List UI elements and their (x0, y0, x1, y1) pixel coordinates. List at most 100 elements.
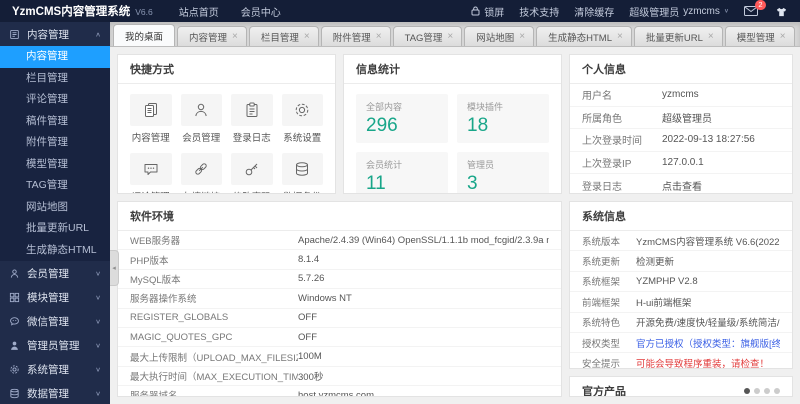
sidebar-item-draft[interactable]: 稿件管理 (0, 111, 110, 133)
tab-content-manage[interactable]: 内容管理 × (177, 26, 247, 46)
app-title: YzmCMS内容管理系统 (12, 6, 131, 18)
close-icon[interactable]: × (232, 31, 238, 42)
carousel-dot[interactable] (774, 388, 780, 394)
nav-member-center[interactable]: 会员中心 (241, 4, 281, 19)
shortcut-links[interactable]: 友情链接 (180, 153, 222, 193)
carousel-dot[interactable] (754, 388, 760, 394)
gear-icon (9, 364, 20, 375)
shortcut-settings[interactable]: 系统设置 (281, 94, 323, 144)
info-row: REGISTER_GLOBALS OFF (118, 309, 561, 328)
app-logo: YzmCMS内容管理系统 V6.6 (12, 3, 153, 19)
chevron-down-icon: ∨ (95, 389, 101, 397)
info-row: 最大执行时间（MAX_EXECUTION_TIME） 300秒 (118, 367, 561, 387)
sidebar-collapse-handle[interactable]: ◂ (110, 250, 119, 286)
messages-button[interactable]: 2 (744, 0, 766, 16)
shortcut-password[interactable]: 修改密码 (231, 153, 273, 193)
chevron-up-icon: ∧ (95, 30, 101, 38)
sidebar-item-batch-url[interactable]: 批量更新URL (0, 218, 110, 240)
close-icon[interactable]: × (780, 31, 786, 42)
tab-my-desktop[interactable]: 我的桌面 (113, 24, 176, 46)
tech-support-link[interactable]: 技术支持 (519, 4, 559, 19)
license-type-link[interactable]: 官方已授权（授权类型：旗舰版[终身授权]） (636, 336, 780, 350)
close-icon[interactable]: × (304, 31, 310, 42)
sidebar-group-modules[interactable]: 模块管理 ∨ (0, 285, 110, 309)
sidebar: 内容管理 ∧ 内容管理 栏目管理 评论管理 稿件管理 附件管理 模型管理 TAG… (0, 22, 110, 404)
stat-admins: 管理员 3 (457, 152, 549, 193)
panel-title: 系统信息 (570, 202, 792, 231)
sidebar-group-label: 模块管理 (27, 291, 69, 304)
info-row: 系统版本YzmCMS内容管理系统 V6.6(20220916) (570, 231, 792, 252)
panel-title: 软件环境 (118, 202, 561, 231)
panel-title: 快捷方式 (118, 55, 335, 84)
clear-cache-button[interactable]: 清除缓存 (574, 4, 614, 19)
tab-tag-manage[interactable]: TAG管理 × (392, 26, 463, 46)
sidebar-group-wechat[interactable]: 微信管理 ∨ (0, 309, 110, 333)
sidebar-item-static-html[interactable]: 生成静态HTML (0, 240, 110, 262)
database-icon (9, 388, 20, 399)
database-icon (293, 160, 311, 178)
shortcut-members[interactable]: 会员管理 (180, 94, 222, 144)
tab-static-html[interactable]: 生成静态HTML × (536, 26, 632, 46)
user-role: 超级管理员 (629, 7, 680, 19)
shortcut-content[interactable]: 内容管理 (130, 94, 172, 144)
sidebar-item-model[interactable]: 模型管理 (0, 154, 110, 176)
tab-sitemap[interactable]: 网站地图 × (464, 26, 535, 46)
view-login-log-link[interactable]: 点击查看 (662, 178, 780, 193)
sidebar-group-system[interactable]: 系统管理 ∨ (0, 357, 110, 381)
sidebar-item-category[interactable]: 栏目管理 (0, 68, 110, 90)
sidebar-group-content[interactable]: 内容管理 ∧ (0, 22, 110, 46)
stat-module-plugins: 模块插件 18 (457, 94, 549, 143)
info-row: 用户名 yzmcms (570, 84, 792, 107)
sidebar-group-label: 会员管理 (27, 267, 69, 280)
sidebar-group-label: 系统管理 (27, 363, 69, 376)
carousel-dots (744, 388, 780, 394)
software-env-panel: 软件环境 WEB服务器 Apache/2.4.39 (Win64) OpenSSL… (117, 201, 562, 397)
sidebar-group-admin[interactable]: 管理员管理 ∨ (0, 333, 110, 357)
close-icon[interactable]: × (708, 31, 714, 42)
sidebar-group-data[interactable]: 数据管理 ∨ (0, 381, 110, 404)
stat-members: 会员统计 11 (356, 152, 448, 193)
chevron-down-icon: ∨ (95, 269, 101, 277)
info-row: 所属角色 超级管理员 (570, 107, 792, 130)
theme-button[interactable] (775, 6, 788, 17)
sidebar-item-comment[interactable]: 评论管理 (0, 89, 110, 111)
close-icon[interactable]: × (519, 31, 525, 42)
panel-title: 信息统计 (344, 55, 561, 84)
carousel-dot[interactable] (744, 388, 750, 394)
shortcut-login-log[interactable]: 登录日志 (231, 94, 273, 144)
user-dropdown[interactable]: 超级管理员 yzmcms ∨ (629, 4, 729, 19)
comment-icon (142, 160, 160, 178)
lock-screen-button[interactable]: 锁屏 (471, 4, 504, 19)
profile-panel: 个人信息 用户名 yzmcms 所属角色 超级管理员 上次登录时间 2022-09-1… (569, 54, 793, 194)
user-icon (192, 101, 210, 119)
sidebar-item-attachment[interactable]: 附件管理 (0, 132, 110, 154)
content-icon (9, 29, 20, 40)
content-area: 我的桌面 内容管理 × 栏目管理 × 附件管理 × TAG管理 × 网站地图 × 生成静态… (110, 22, 800, 404)
sidebar-group-members[interactable]: 会员管理 ∨ (0, 261, 110, 285)
sidebar-item-tag[interactable]: TAG管理 (0, 175, 110, 197)
close-icon[interactable]: × (447, 31, 453, 42)
tab-attachment-manage[interactable]: 附件管理 × (320, 26, 391, 46)
username: yzmcms (683, 5, 720, 17)
tab-batch-url[interactable]: 批量更新URL × (633, 26, 723, 46)
tab-bar: 我的桌面 内容管理 × 栏目管理 × 附件管理 × TAG管理 × 网站地图 × 生成静态… (110, 22, 800, 47)
documents-icon (142, 101, 160, 119)
close-icon[interactable]: × (376, 31, 382, 42)
tab-category-manage[interactable]: 栏目管理 × (248, 26, 319, 46)
sidebar-item-sitemap[interactable]: 网站地图 (0, 197, 110, 219)
admin-icon (9, 340, 20, 351)
info-row: WEB服务器 Apache/2.4.39 (Win64) OpenSSL/1.1.… (118, 231, 561, 251)
tab-model-manage[interactable]: 模型管理 × (724, 26, 795, 46)
check-update-link[interactable]: 检测更新 (636, 254, 780, 268)
topbar: YzmCMS内容管理系统 V6.6 站点首页 会员中心 锁屏 技术支持 清除缓存… (0, 0, 800, 22)
shortcut-backup[interactable]: 数据备份 (281, 153, 323, 193)
key-icon (243, 160, 261, 178)
topbar-right: 锁屏 技术支持 清除缓存 超级管理员 yzmcms ∨ 2 (471, 0, 788, 19)
sidebar-group-label: 内容管理 (27, 28, 69, 41)
shortcut-comments[interactable]: 评论管理 (130, 153, 172, 193)
nav-site-home[interactable]: 站点首页 (179, 4, 219, 19)
carousel-dot[interactable] (764, 388, 770, 394)
info-row: 安全提示 可能会导致程序重装，请检查！ (570, 353, 792, 368)
sidebar-item-content[interactable]: 内容管理 (0, 46, 110, 68)
close-icon[interactable]: × (617, 31, 623, 42)
